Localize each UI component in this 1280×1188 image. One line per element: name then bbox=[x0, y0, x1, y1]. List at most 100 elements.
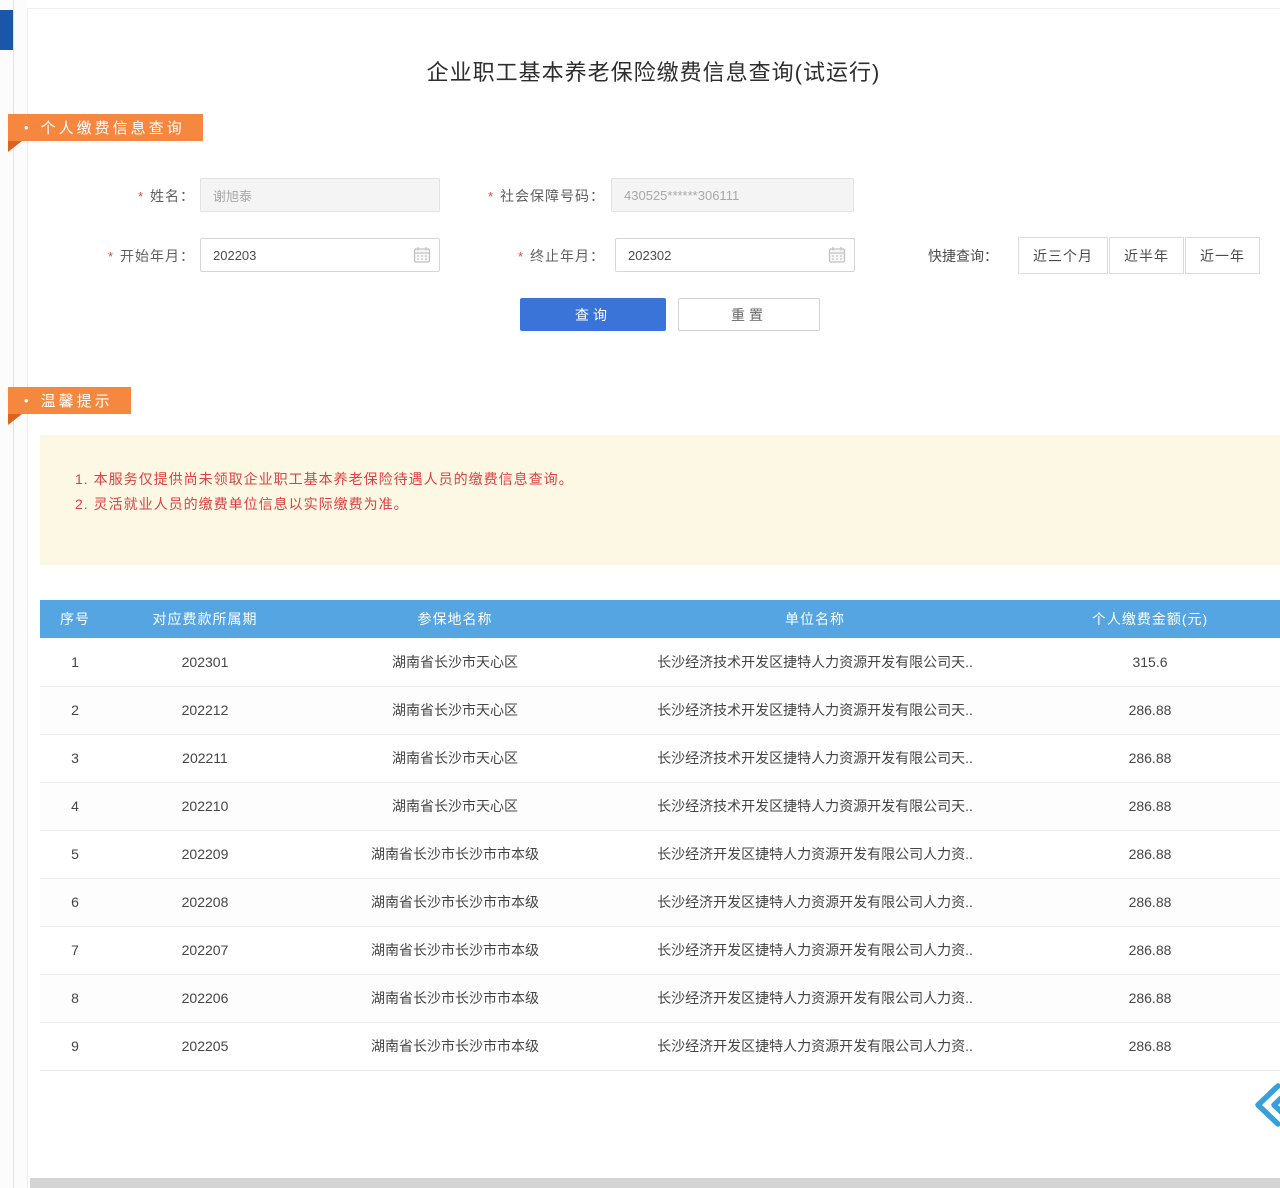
cell-index: 3 bbox=[40, 734, 110, 782]
bullet-icon: • bbox=[24, 120, 29, 135]
start-month-label: *开始年月： bbox=[60, 246, 195, 266]
start-month-field[interactable] bbox=[200, 238, 440, 272]
cell-place: 湖南省长沙市天心区 bbox=[300, 686, 610, 734]
name-field bbox=[200, 178, 440, 212]
col-header-period: 对应费款所属期 bbox=[110, 600, 300, 638]
table-row: 2 202212 湖南省长沙市天心区 长沙经济技术开发区捷特人力资源开发有限公司… bbox=[40, 686, 1280, 734]
cell-index: 4 bbox=[40, 782, 110, 830]
required-asterisk: * bbox=[108, 249, 114, 264]
cell-index: 5 bbox=[40, 830, 110, 878]
section-badge-query-label: 个人缴费信息查询 bbox=[41, 117, 185, 138]
ribbon-fold bbox=[8, 141, 22, 152]
bullet-icon: • bbox=[24, 393, 29, 408]
section-badge-query: • 个人缴费信息查询 bbox=[8, 114, 203, 141]
cell-place: 湖南省长沙市天心区 bbox=[300, 734, 610, 782]
table-row: 1 202301 湖南省长沙市天心区 长沙经济技术开发区捷特人力资源开发有限公司… bbox=[40, 638, 1280, 686]
table-body: 1 202301 湖南省长沙市天心区 长沙经济技术开发区捷特人力资源开发有限公司… bbox=[40, 638, 1280, 1070]
cell-amount: 286.88 bbox=[1020, 926, 1280, 974]
cell-employer: 长沙经济技术开发区捷特人力资源开发有限公司天.. bbox=[610, 782, 1020, 830]
required-asterisk: * bbox=[138, 189, 144, 204]
cell-index: 2 bbox=[40, 686, 110, 734]
bottom-scroll-band bbox=[30, 1178, 1280, 1188]
cell-period: 202206 bbox=[110, 974, 300, 1022]
cell-place: 湖南省长沙市长沙市市本级 bbox=[300, 974, 610, 1022]
notice-line-2: 2. 灵活就业人员的缴费单位信息以实际缴费为准。 bbox=[75, 492, 1280, 517]
table-row: 6 202208 湖南省长沙市长沙市市本级 长沙经济开发区捷特人力资源开发有限公… bbox=[40, 878, 1280, 926]
cell-employer: 长沙经济开发区捷特人力资源开发有限公司人力资.. bbox=[610, 974, 1020, 1022]
cell-index: 7 bbox=[40, 926, 110, 974]
cell-place: 湖南省长沙市长沙市市本级 bbox=[300, 878, 610, 926]
quick-query-label: 快捷查询： bbox=[928, 246, 1012, 266]
cell-place: 湖南省长沙市长沙市市本级 bbox=[300, 926, 610, 974]
name-label: *姓名： bbox=[60, 186, 195, 206]
cell-index: 1 bbox=[40, 638, 110, 686]
page: 企业职工基本养老保险缴费信息查询(试运行) • 个人缴费信息查询 *姓名： *社… bbox=[0, 0, 1280, 1188]
col-header-index: 序号 bbox=[40, 600, 110, 638]
end-month-label: *终止年月： bbox=[430, 246, 605, 266]
page-title: 企业职工基本养老保险缴费信息查询(试运行) bbox=[27, 55, 1280, 87]
col-header-place: 参保地名称 bbox=[300, 600, 610, 638]
cell-employer: 长沙经济开发区捷特人力资源开发有限公司人力资.. bbox=[610, 878, 1020, 926]
quick-query-group: 近三个月 近半年 近一年 bbox=[1018, 237, 1261, 274]
required-asterisk: * bbox=[488, 189, 494, 204]
quick-btn-halfyear[interactable]: 近半年 bbox=[1109, 237, 1184, 274]
cell-place: 湖南省长沙市天心区 bbox=[300, 782, 610, 830]
cell-period: 202208 bbox=[110, 878, 300, 926]
cell-employer: 长沙经济开发区捷特人力资源开发有限公司人力资.. bbox=[610, 1022, 1020, 1070]
col-header-employer: 单位名称 bbox=[610, 600, 1020, 638]
calendar-icon[interactable] bbox=[412, 245, 432, 265]
cell-amount: 286.88 bbox=[1020, 686, 1280, 734]
cell-index: 9 bbox=[40, 1022, 110, 1070]
cell-amount: 286.88 bbox=[1020, 974, 1280, 1022]
section-badge-tips-label: 温馨提示 bbox=[41, 390, 113, 411]
cell-amount: 315.6 bbox=[1020, 638, 1280, 686]
table-row: 4 202210 湖南省长沙市天心区 长沙经济技术开发区捷特人力资源开发有限公司… bbox=[40, 782, 1280, 830]
sidebar-stub bbox=[0, 10, 13, 50]
cell-amount: 286.88 bbox=[1020, 1022, 1280, 1070]
cell-amount: 286.88 bbox=[1020, 782, 1280, 830]
col-header-amount: 个人缴费金额(元) bbox=[1020, 600, 1280, 638]
required-asterisk: * bbox=[518, 249, 524, 264]
payment-table: 序号 对应费款所属期 参保地名称 单位名称 个人缴费金额(元) 1 202301… bbox=[40, 600, 1280, 1071]
cell-place: 湖南省长沙市天心区 bbox=[300, 638, 610, 686]
double-chevron-left-icon[interactable] bbox=[1251, 1082, 1280, 1128]
table-row: 7 202207 湖南省长沙市长沙市市本级 长沙经济开发区捷特人力资源开发有限公… bbox=[40, 926, 1280, 974]
cell-period: 202205 bbox=[110, 1022, 300, 1070]
cell-period: 202207 bbox=[110, 926, 300, 974]
cell-employer: 长沙经济技术开发区捷特人力资源开发有限公司天.. bbox=[610, 686, 1020, 734]
calendar-icon[interactable] bbox=[827, 245, 847, 265]
cell-employer: 长沙经济开发区捷特人力资源开发有限公司人力资.. bbox=[610, 830, 1020, 878]
cell-place: 湖南省长沙市长沙市市本级 bbox=[300, 830, 610, 878]
query-button[interactable]: 查询 bbox=[520, 298, 666, 331]
table-row: 3 202211 湖南省长沙市天心区 长沙经济技术开发区捷特人力资源开发有限公司… bbox=[40, 734, 1280, 782]
notice-box: 1. 本服务仅提供尚未领取企业职工基本养老保险待遇人员的缴费信息查询。 2. 灵… bbox=[40, 435, 1280, 565]
cell-period: 202212 bbox=[110, 686, 300, 734]
cell-amount: 286.88 bbox=[1020, 878, 1280, 926]
cell-place: 湖南省长沙市长沙市市本级 bbox=[300, 1022, 610, 1070]
cell-period: 202210 bbox=[110, 782, 300, 830]
table-row: 5 202209 湖南省长沙市长沙市市本级 长沙经济开发区捷特人力资源开发有限公… bbox=[40, 830, 1280, 878]
section-badge-tips: • 温馨提示 bbox=[8, 387, 131, 414]
table-row: 8 202206 湖南省长沙市长沙市市本级 长沙经济开发区捷特人力资源开发有限公… bbox=[40, 974, 1280, 1022]
end-month-field[interactable] bbox=[615, 238, 855, 272]
quick-btn-3months[interactable]: 近三个月 bbox=[1018, 237, 1108, 274]
quick-btn-1year[interactable]: 近一年 bbox=[1185, 237, 1260, 274]
cell-employer: 长沙经济技术开发区捷特人力资源开发有限公司天.. bbox=[610, 638, 1020, 686]
reset-button[interactable]: 重置 bbox=[678, 298, 820, 331]
left-edge-divider bbox=[13, 0, 14, 1188]
notice-line-1: 1. 本服务仅提供尚未领取企业职工基本养老保险待遇人员的缴费信息查询。 bbox=[75, 467, 1280, 492]
cell-index: 8 bbox=[40, 974, 110, 1022]
ssn-label: *社会保障号码： bbox=[430, 186, 605, 206]
cell-amount: 286.88 bbox=[1020, 734, 1280, 782]
table-row: 9 202205 湖南省长沙市长沙市市本级 长沙经济开发区捷特人力资源开发有限公… bbox=[40, 1022, 1280, 1070]
cell-period: 202301 bbox=[110, 638, 300, 686]
cell-index: 6 bbox=[40, 878, 110, 926]
table-header-row: 序号 对应费款所属期 参保地名称 单位名称 个人缴费金额(元) bbox=[40, 600, 1280, 638]
cell-employer: 长沙经济开发区捷特人力资源开发有限公司人力资.. bbox=[610, 926, 1020, 974]
cell-period: 202209 bbox=[110, 830, 300, 878]
cell-employer: 长沙经济技术开发区捷特人力资源开发有限公司天.. bbox=[610, 734, 1020, 782]
ssn-field bbox=[611, 178, 854, 212]
cell-amount: 286.88 bbox=[1020, 830, 1280, 878]
cell-period: 202211 bbox=[110, 734, 300, 782]
ribbon-fold bbox=[8, 414, 22, 425]
